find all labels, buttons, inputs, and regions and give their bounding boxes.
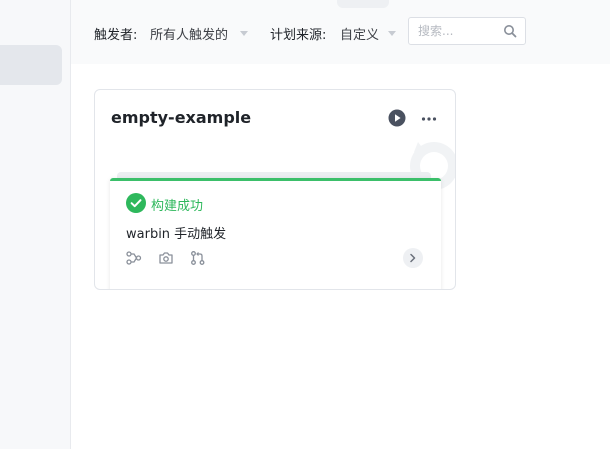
search-box[interactable]: [408, 17, 526, 45]
chevron-down-icon[interactable]: [240, 31, 248, 36]
pipeline-card[interactable]: empty-example 构建成功 warbin 手动触发: [94, 89, 456, 290]
pipeline-title[interactable]: empty-example: [111, 108, 251, 127]
play-icon[interactable]: [388, 109, 406, 127]
build-trigger: warbin 手动触发: [126, 227, 227, 242]
build-record[interactable]: 构建成功 warbin 手动触发: [110, 178, 441, 289]
top-tab[interactable]: [337, 0, 389, 8]
open-build-button[interactable]: [403, 248, 423, 268]
camera-icon[interactable]: [158, 251, 174, 265]
chevron-down-icon[interactable]: [388, 31, 396, 36]
trigger-filter-dropdown[interactable]: 所有人触发的: [150, 24, 228, 43]
build-status: 构建成功: [151, 199, 204, 214]
chevron-right-icon: [410, 253, 416, 263]
source-filter-dropdown[interactable]: 自定义: [340, 24, 379, 43]
sidebar-item-active[interactable]: [0, 45, 62, 85]
search-icon[interactable]: [503, 24, 517, 38]
merge-request-icon[interactable]: [190, 251, 206, 265]
source-filter-label: 计划来源:: [270, 28, 327, 43]
pipeline-icon[interactable]: [126, 251, 142, 265]
more-icon[interactable]: [421, 112, 437, 126]
sidebar: [0, 0, 71, 449]
search-input[interactable]: [418, 22, 498, 40]
check-circle-icon: [126, 193, 146, 213]
trigger-filter-label: 触发者:: [94, 28, 138, 43]
